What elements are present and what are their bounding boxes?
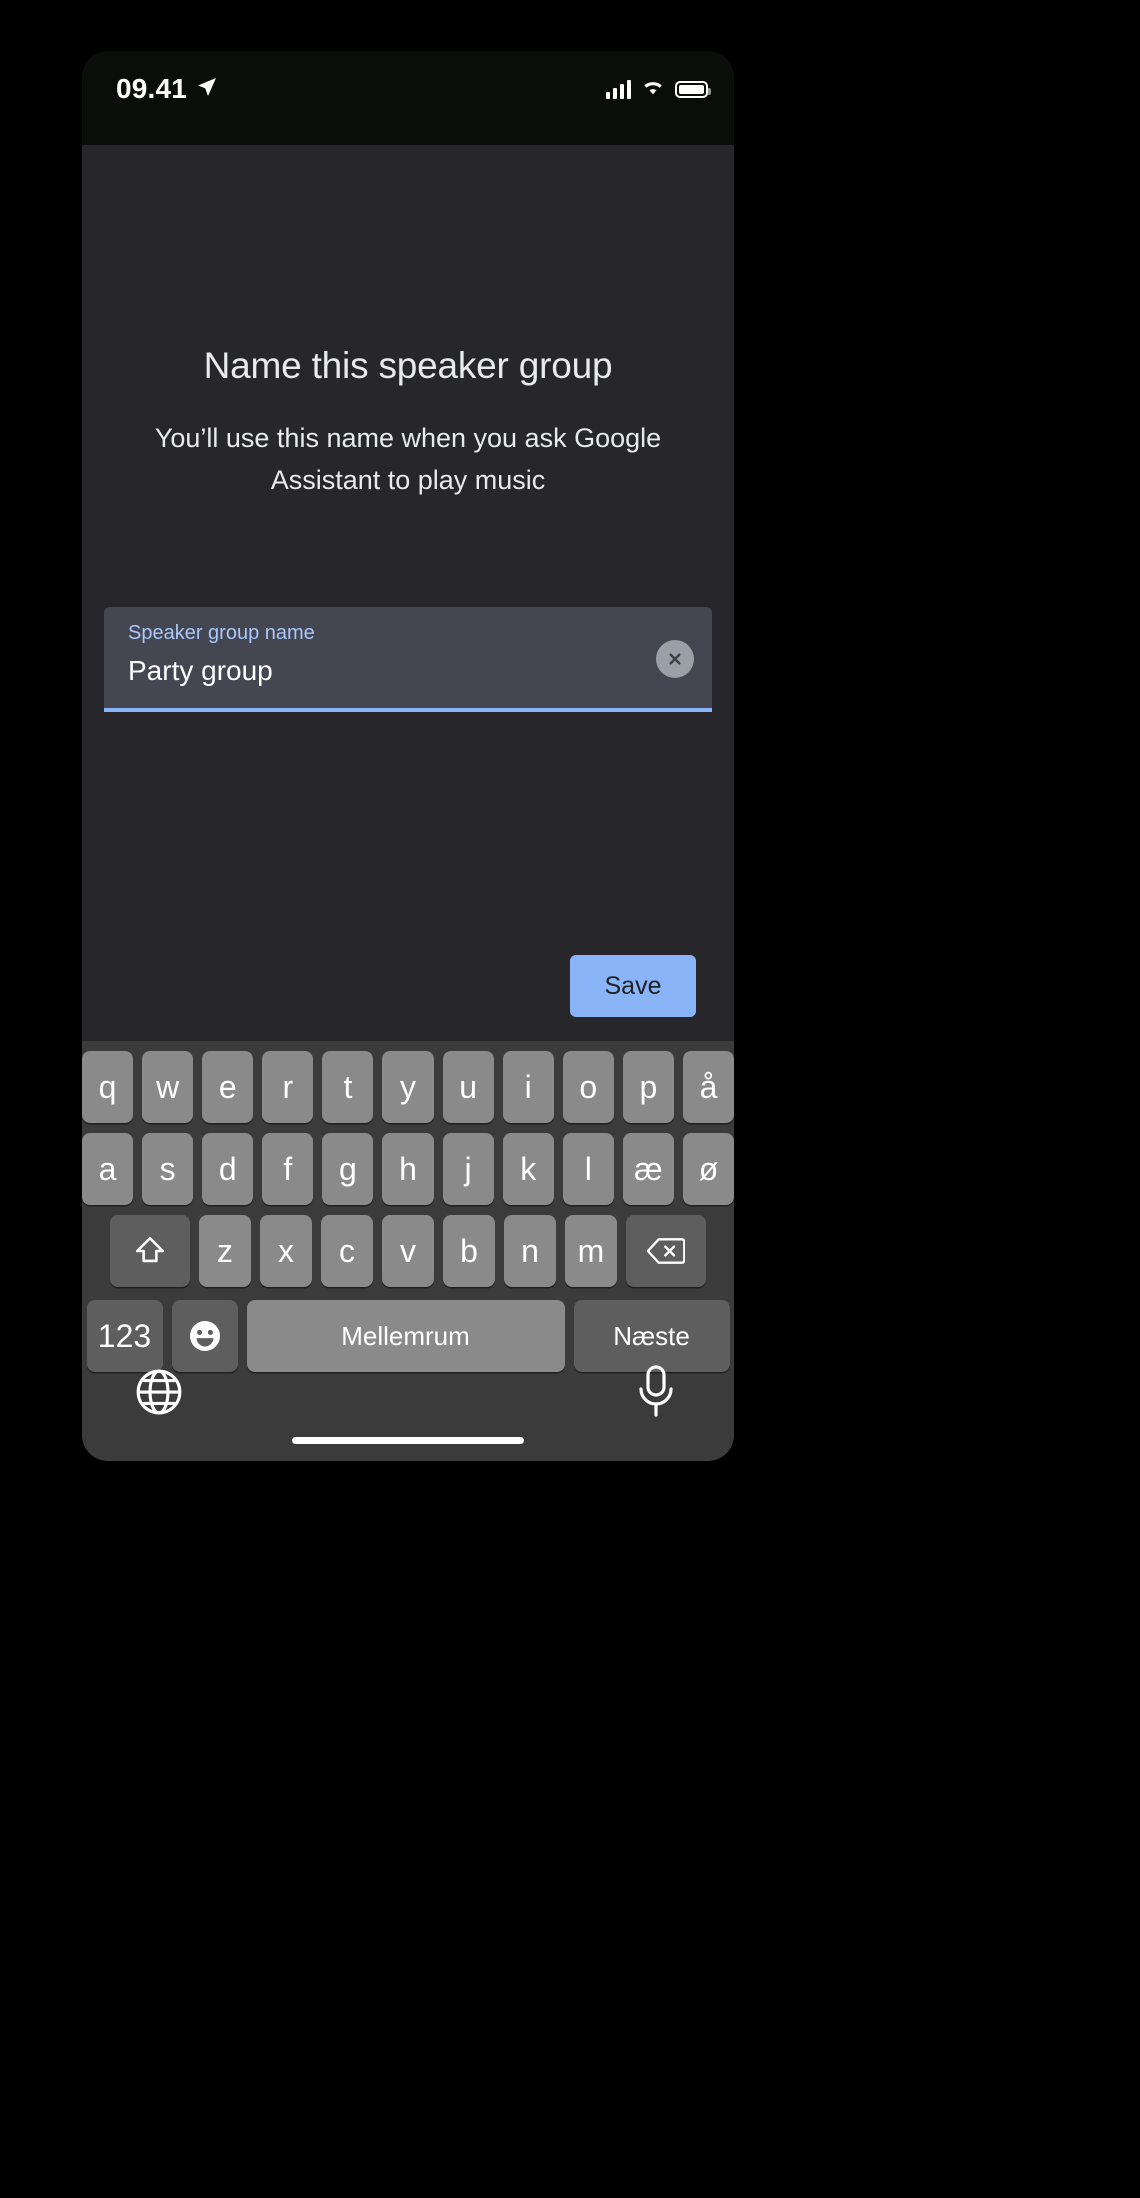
search-input[interactable]: Party group (128, 655, 273, 687)
key-n[interactable]: n (504, 1215, 556, 1287)
location-arrow-icon (195, 75, 219, 104)
status-bar-left: 09.41 (116, 73, 219, 105)
key-i[interactable]: i (502, 1051, 554, 1123)
microphone-icon[interactable] (634, 1365, 678, 1419)
key-p[interactable]: p (622, 1051, 674, 1123)
cellular-signal-icon (605, 79, 631, 99)
key-y[interactable]: y (382, 1051, 434, 1123)
status-bar: 09.41 (82, 51, 734, 145)
key-l[interactable]: l (562, 1133, 614, 1205)
main-content: Name this speaker group You’ll use this … (82, 145, 734, 1041)
key-w[interactable]: w (142, 1051, 194, 1123)
key-z[interactable]: z (199, 1215, 251, 1287)
key-æ[interactable]: æ (622, 1133, 674, 1205)
key-d[interactable]: d (202, 1133, 254, 1205)
backspace-icon[interactable] (626, 1215, 706, 1287)
keyboard-row-1: qwertyuiopå (82, 1051, 734, 1123)
key-b[interactable]: b (443, 1215, 495, 1287)
key-x[interactable]: x (260, 1215, 312, 1287)
key-f[interactable]: f (262, 1133, 314, 1205)
page-title: Name this speaker group (203, 345, 613, 386)
shift-arrow-icon[interactable] (110, 1215, 190, 1287)
key-å[interactable]: å (682, 1051, 734, 1123)
keyboard-row-2: asdfghjklæø (82, 1133, 734, 1205)
phone-frame: 09.41 Name this speaker group You’ll use… (82, 51, 734, 1461)
home-indicator (292, 1437, 524, 1444)
key-o[interactable]: o (562, 1051, 614, 1123)
virtual-keyboard: qwertyuiopå asdfghjklæø zxcvbnm 123 Mell… (82, 1041, 734, 1461)
key-c[interactable]: c (321, 1215, 373, 1287)
key-s[interactable]: s (142, 1133, 194, 1205)
clear-circle-icon[interactable] (656, 640, 694, 678)
key-e[interactable]: e (202, 1051, 254, 1123)
key-ø[interactable]: ø (682, 1133, 734, 1205)
key-a[interactable]: a (82, 1133, 134, 1205)
keyboard-row-3-letters: zxcvbnm (199, 1215, 617, 1287)
status-clock: 09.41 (116, 73, 188, 104)
keyboard-row-3: zxcvbnm (82, 1215, 734, 1287)
page-subtitle: You’ll use this name when you ask Google… (154, 423, 662, 495)
key-m[interactable]: m (565, 1215, 617, 1287)
keyboard-bottom-bar (82, 1351, 734, 1461)
key-u[interactable]: u (442, 1051, 494, 1123)
key-r[interactable]: r (262, 1051, 314, 1123)
key-t[interactable]: t (322, 1051, 374, 1123)
key-h[interactable]: h (382, 1133, 434, 1205)
key-j[interactable]: j (442, 1133, 494, 1205)
key-v[interactable]: v (382, 1215, 434, 1287)
key-k[interactable]: k (502, 1133, 554, 1205)
key-g[interactable]: g (322, 1133, 374, 1205)
field-label: Speaker group name (128, 622, 315, 644)
battery-full-icon (675, 80, 711, 98)
speaker-group-name-field[interactable]: Speaker group name Party group (104, 607, 712, 712)
globe-icon[interactable] (134, 1367, 184, 1417)
save-button[interactable]: Save (570, 955, 696, 1017)
status-bar-right (605, 77, 711, 101)
key-q[interactable]: q (82, 1051, 134, 1123)
wifi-icon (641, 77, 665, 101)
